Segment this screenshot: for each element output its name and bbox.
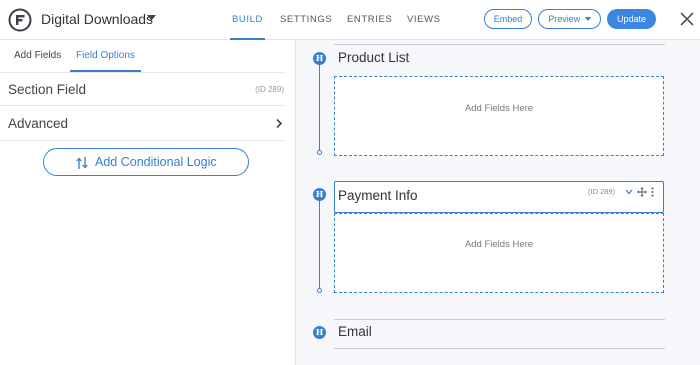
form-title[interactable]: Digital Downloads [41,11,153,27]
add-conditional-logic-button[interactable]: Add Conditional Logic [43,148,249,176]
caret-down-icon [584,17,591,21]
move-icon[interactable] [637,187,647,197]
divider [334,348,665,349]
conditional-logic-label: Add Conditional Logic [95,155,217,169]
preview-button-label: Preview [548,14,581,24]
preview-button[interactable]: Preview [538,9,601,29]
field-options-panel: Add Fields Field Options Section Field (… [0,40,296,365]
form-canvas: H Product List Add Fields Here H Payment… [297,40,700,365]
heading-icon: H [313,326,326,339]
formidable-logo-icon[interactable] [8,8,32,32]
section-title-payment-info: Payment Info [338,188,418,203]
advanced-row[interactable]: Advanced [0,107,286,141]
tab-add-fields[interactable]: Add Fields [14,40,61,72]
advanced-label: Advanced [8,116,69,131]
embed-button-label: Embed [493,14,523,24]
section-connector [317,65,322,155]
conditional-logic-icon [76,157,88,169]
dropzone-label: Add Fields Here [464,103,534,114]
top-bar: Digital Downloads BUILD SETTINGS ENTRIES… [0,0,700,40]
tab-field-options[interactable]: Field Options [70,40,141,72]
chevron-down-icon[interactable] [625,189,633,195]
section-title-email[interactable]: Email [338,324,372,339]
section-field-label: Section Field [8,82,87,97]
chevron-right-icon [276,118,283,129]
dropzone-product-list[interactable]: Add Fields Here [334,76,664,156]
embed-button[interactable]: Embed [484,9,532,29]
close-icon[interactable] [679,11,695,27]
section-title-product-list[interactable]: Product List [338,50,409,65]
field-id: (ID 289) [588,187,616,196]
caret-down-icon[interactable] [147,15,156,21]
update-button-label: Update [616,14,647,24]
more-vertical-icon[interactable] [651,187,654,197]
dropzone-label: Add Fields Here [464,239,534,250]
section-header-payment-info[interactable]: Payment Info (ID 289) [334,181,664,213]
field-id: (ID 289) [255,85,284,94]
heading-icon: H [313,188,326,201]
dropzone-payment-info[interactable]: Add Fields Here [334,213,664,293]
nav-settings[interactable]: SETTINGS [280,0,332,40]
divider [334,319,665,320]
section-field-row: Section Field (ID 289) [0,72,286,106]
section-connector [317,201,322,293]
nav-build[interactable]: BUILD [230,0,265,40]
update-button[interactable]: Update [607,9,656,29]
nav-views[interactable]: VIEWS [407,0,441,40]
nav-entries[interactable]: ENTRIES [347,0,392,40]
divider [334,44,665,45]
heading-icon: H [313,52,326,65]
